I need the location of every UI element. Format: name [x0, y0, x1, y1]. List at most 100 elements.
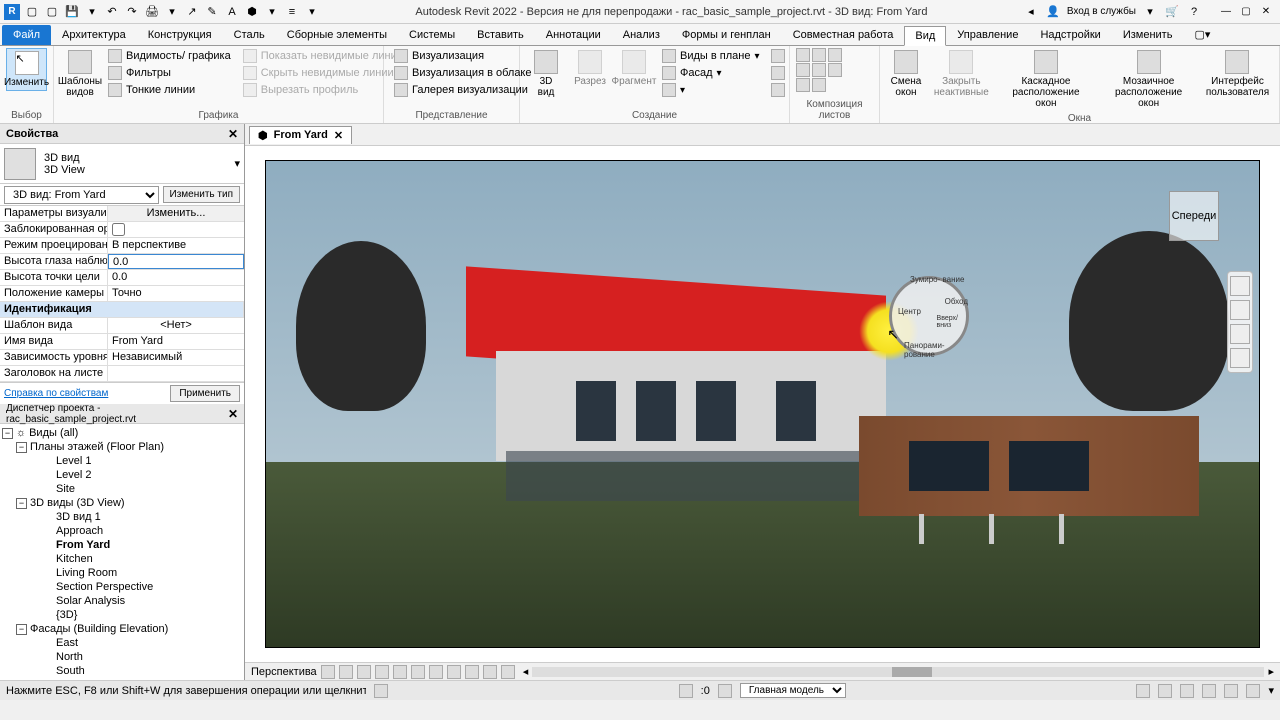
tree-approach[interactable]: Approach: [2, 524, 242, 538]
qat-section-icon[interactable]: ▾: [264, 4, 280, 20]
render-cloud-button[interactable]: Визуализация в облаке: [390, 65, 536, 81]
modify-button[interactable]: ↖ Изменить: [6, 48, 47, 91]
qat-save-icon[interactable]: ▢: [44, 4, 60, 20]
tree-level1[interactable]: Level 1: [2, 454, 242, 468]
status-filter3-icon[interactable]: [1180, 684, 1194, 698]
prop-locked[interactable]: [108, 222, 244, 237]
edit-type-button[interactable]: Изменить тип: [163, 186, 240, 203]
info-icon[interactable]: ◂: [1023, 4, 1039, 20]
collapse-icon[interactable]: −: [2, 428, 13, 439]
view-templates-button[interactable]: Шаблоны видов: [60, 48, 100, 100]
vc-lock-icon[interactable]: [447, 665, 461, 679]
thin-lines-button[interactable]: Тонкие линии: [104, 82, 235, 98]
tree-south[interactable]: South: [2, 664, 242, 678]
cart-icon[interactable]: 🛒: [1164, 4, 1180, 20]
tab-view[interactable]: Вид: [904, 26, 946, 46]
steering-wheel[interactable]: Зумиро- вание Обход Панорами- рование Це…: [889, 276, 969, 356]
collapse-icon[interactable]: −: [16, 624, 27, 635]
prop-camera[interactable]: Точно: [108, 286, 244, 301]
status-filter5-icon[interactable]: [1224, 684, 1238, 698]
nav-wheel-button[interactable]: [1230, 276, 1250, 296]
properties-close-button[interactable]: ✕: [228, 127, 238, 141]
x3-button[interactable]: [767, 82, 789, 98]
tab-more[interactable]: ▢▾: [1183, 24, 1221, 45]
tree-elevations[interactable]: −Фасады (Building Elevation): [2, 622, 242, 636]
type-selector[interactable]: 3D вид 3D View ▾: [0, 144, 244, 184]
dropdown-icon[interactable]: ▾: [1142, 4, 1158, 20]
qat-print-icon[interactable]: 🖨: [144, 4, 160, 20]
tab-collaborate[interactable]: Совместная работа: [782, 25, 905, 45]
chevron-down-icon[interactable]: ▾: [234, 157, 240, 170]
view-tab-from-yard[interactable]: ⬢ From Yard ✕: [249, 126, 352, 144]
more-views-button[interactable]: ▾: [658, 82, 763, 98]
qat-open-icon[interactable]: ▢: [24, 4, 40, 20]
elevation-button[interactable]: Фасад ▾: [658, 65, 763, 81]
callout-button[interactable]: Фрагмент: [614, 48, 654, 89]
tree-views-all[interactable]: −☼ Виды (all): [2, 426, 242, 440]
sheet-icon3[interactable]: [828, 48, 842, 62]
viewport-canvas[interactable]: Зумиро- вание Обход Панорами- рование Це…: [265, 160, 1260, 648]
viewcube[interactable]: Спереди: [1169, 191, 1219, 241]
render-gallery-button[interactable]: Галерея визуализации: [390, 82, 536, 98]
login-link[interactable]: Вход в службы: [1067, 6, 1136, 17]
tree-kitchen[interactable]: Kitchen: [2, 552, 242, 566]
collapse-icon[interactable]: −: [16, 498, 27, 509]
qat-thin-icon[interactable]: ≡: [284, 4, 300, 20]
prop-visual-params[interactable]: Изменить...: [108, 206, 244, 221]
qat-redo-icon[interactable]: ↷: [124, 4, 140, 20]
scale-label[interactable]: Перспектива: [251, 666, 317, 678]
status-worksets-icon[interactable]: [679, 684, 693, 698]
help-icon[interactable]: ?: [1186, 4, 1202, 20]
tree-north[interactable]: North: [2, 650, 242, 664]
vc-shadows-icon[interactable]: [375, 665, 389, 679]
properties-help-link[interactable]: Справка по свойствам: [4, 388, 108, 399]
qat-saveall-icon[interactable]: 💾: [64, 4, 80, 20]
sheet-icon1[interactable]: [796, 48, 810, 62]
tab-manage[interactable]: Управление: [946, 25, 1029, 45]
tab-analyze[interactable]: Анализ: [612, 25, 671, 45]
prop-view-template[interactable]: <Нет>: [108, 318, 244, 333]
sheet-icon5[interactable]: [812, 63, 826, 77]
maximize-button[interactable]: ▢: [1236, 3, 1256, 21]
plan-views-button[interactable]: Виды в плане ▾: [658, 48, 763, 64]
tree-from-yard[interactable]: From Yard: [2, 538, 242, 552]
nav-zoom-button[interactable]: [1230, 324, 1250, 344]
user-icon[interactable]: 👤: [1045, 4, 1061, 20]
viewport[interactable]: Зумиро- вание Обход Панорами- рование Це…: [245, 146, 1280, 662]
qat-close-icon[interactable]: ▾: [304, 4, 320, 20]
status-select-icon[interactable]: [374, 684, 388, 698]
tab-addins[interactable]: Надстройки: [1029, 25, 1111, 45]
section-button[interactable]: Разрез: [570, 48, 610, 89]
sheet-icon7[interactable]: [796, 78, 810, 92]
minimize-button[interactable]: —: [1216, 3, 1236, 21]
tree-living-room[interactable]: Living Room: [2, 566, 242, 580]
status-filter6-icon[interactable]: [1246, 684, 1260, 698]
vc-detail-icon[interactable]: [321, 665, 335, 679]
tab-architecture[interactable]: Архитектура: [51, 25, 137, 45]
tree-site[interactable]: Site: [2, 482, 242, 496]
sheet-icon4[interactable]: [796, 63, 810, 77]
apply-button[interactable]: Применить: [170, 385, 240, 402]
tree-floor-plans[interactable]: −Планы этажей (Floor Plan): [2, 440, 242, 454]
nav-pan-button[interactable]: [1230, 300, 1250, 320]
qat-measure-icon[interactable]: ▾: [164, 4, 180, 20]
3d-view-button[interactable]: 3D вид: [526, 48, 566, 100]
vc-render-icon[interactable]: [393, 665, 407, 679]
prop-sheet-title[interactable]: [108, 366, 244, 381]
tab-modify[interactable]: Изменить: [1112, 25, 1184, 45]
main-model-combo[interactable]: Главная модель: [740, 683, 846, 698]
close-inactive-button[interactable]: Закрыть неактивные: [930, 48, 993, 100]
scrollbar-horizontal[interactable]: [532, 667, 1264, 677]
status-filter2-icon[interactable]: [1158, 684, 1172, 698]
tab-structure[interactable]: Конструкция: [137, 25, 223, 45]
prop-eye-height[interactable]: 0.0: [108, 254, 244, 269]
tree-3d-view1[interactable]: 3D вид 1: [2, 510, 242, 524]
tab-precast[interactable]: Сборные элементы: [276, 25, 398, 45]
cascade-button[interactable]: Каскадное расположение окон: [997, 48, 1096, 111]
browser-tree[interactable]: −☼ Виды (all) −Планы этажей (Floor Plan)…: [0, 424, 244, 680]
tree-3d-default[interactable]: {3D}: [2, 608, 242, 622]
sheet-icon8[interactable]: [812, 78, 826, 92]
tree-east[interactable]: East: [2, 636, 242, 650]
x2-button[interactable]: [767, 65, 789, 81]
sheet-icon2[interactable]: [812, 48, 826, 62]
